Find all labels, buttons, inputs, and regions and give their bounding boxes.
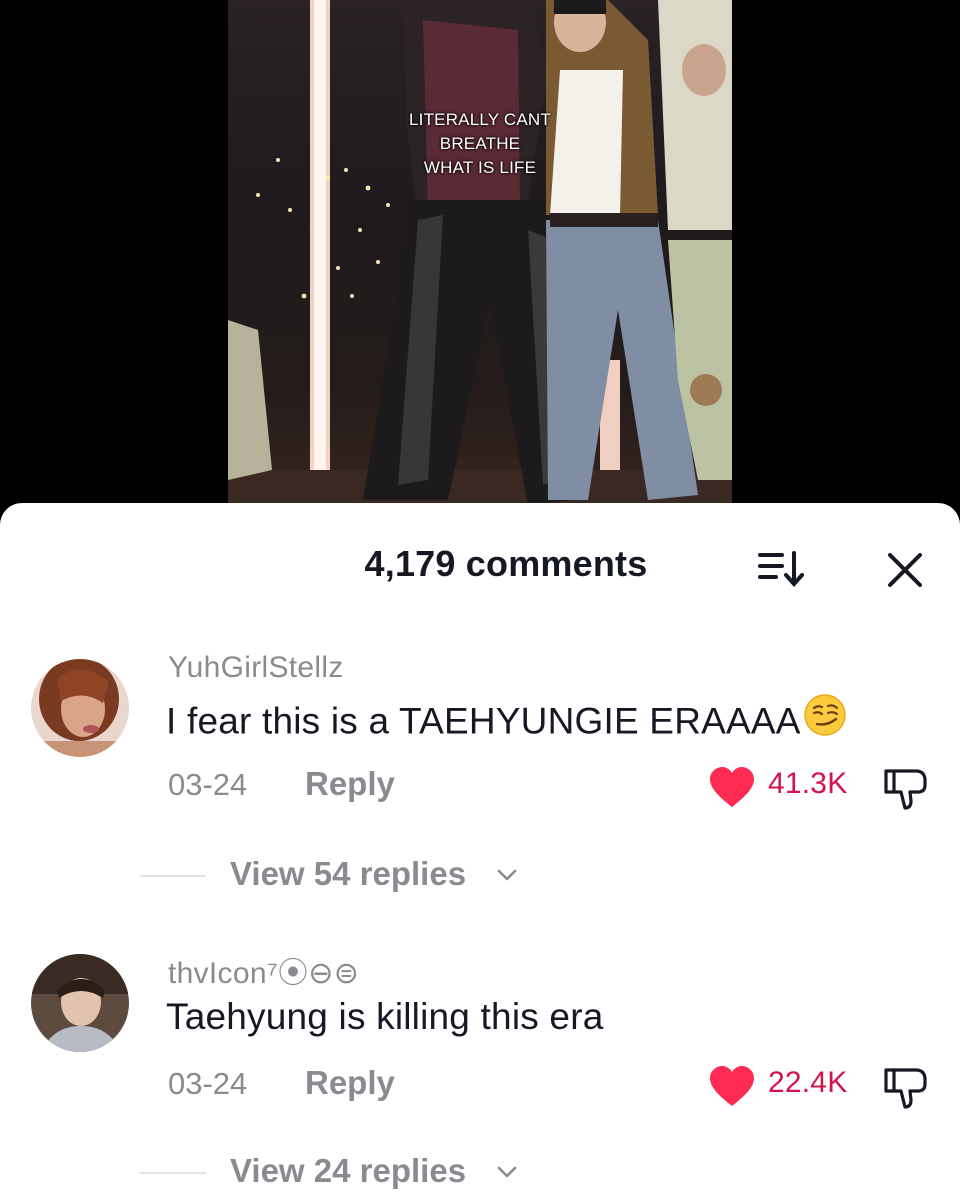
comment-body: Taehyung is killing this era: [166, 996, 604, 1037]
heart-icon: [710, 1066, 754, 1106]
comment-date: 03-24: [168, 1066, 248, 1101]
dislike-button[interactable]: [880, 765, 930, 813]
heart-icon: [710, 767, 754, 807]
thumbs-down-icon: [884, 1068, 927, 1109]
comment-text: I fear this is a TAEHYUNGIE ERAAAA: [166, 694, 847, 750]
reply-button[interactable]: Reply: [305, 1064, 395, 1102]
sort-icon: [758, 551, 804, 588]
avatar[interactable]: [31, 659, 129, 757]
view-replies-label: View 24 replies: [230, 1152, 467, 1189]
comment-username[interactable]: thvIcon⁷⦿⊖⊜: [168, 948, 359, 992]
user-avatar-image: [31, 954, 129, 1052]
close-icon: [888, 553, 922, 587]
like-count: 22.4K: [768, 1066, 848, 1099]
comment-body: I fear this is a TAEHYUNGIE ERAAAA: [166, 700, 801, 742]
comments-sheet: 4,179 comments YuhGirlStellz I fear this…: [0, 503, 960, 1200]
video-frame[interactable]: LITERALLY CANT BREATHE WHAT IS LIFE: [228, 0, 732, 520]
comment-item: thvIcon⁷⦿⊖⊜ Taehyung is killing this era…: [0, 940, 960, 1200]
thumbs-down-icon: [884, 769, 927, 810]
close-button[interactable]: [880, 545, 930, 595]
chevron-down-icon: [497, 869, 517, 881]
caption-line-3: WHAT IS LIFE: [423, 158, 537, 177]
replies-divider-line: [140, 1172, 206, 1174]
user-avatar-image: [31, 659, 129, 757]
sort-button[interactable]: [754, 547, 810, 591]
smirk-emoji-icon: [803, 693, 847, 746]
comment-username[interactable]: YuhGirlStellz: [168, 651, 344, 685]
chevron-down-icon: [497, 1166, 517, 1178]
view-replies-button[interactable]: View 54 replies: [140, 855, 540, 895]
like-count: 41.3K: [768, 767, 848, 800]
view-replies-button[interactable]: View 24 replies: [140, 1152, 540, 1192]
comment-text: Taehyung is killing this era: [166, 996, 604, 1038]
dislike-button[interactable]: [880, 1064, 930, 1112]
like-button[interactable]: 41.3K: [708, 765, 868, 809]
comments-header: 4,179 comments: [0, 503, 960, 633]
caption-line-1: LITERALLY CANT: [409, 110, 551, 129]
caption-line-2: BREATHE: [439, 134, 521, 153]
video-player[interactable]: LITERALLY CANT BREATHE WHAT IS LIFE: [0, 0, 960, 520]
avatar[interactable]: [31, 954, 129, 1052]
view-replies-label: View 54 replies: [230, 855, 467, 892]
comment-item: YuhGirlStellz I fear this is a TAEHYUNGI…: [0, 643, 960, 913]
video-still-image: [228, 0, 732, 520]
comment-date: 03-24: [168, 767, 248, 802]
replies-divider-line: [140, 875, 206, 877]
video-caption: LITERALLY CANT BREATHE WHAT IS LIFE: [228, 108, 732, 180]
comment-count-title: 4,179 comments: [364, 543, 648, 584]
reply-button[interactable]: Reply: [305, 765, 395, 803]
like-button[interactable]: 22.4K: [708, 1064, 868, 1108]
